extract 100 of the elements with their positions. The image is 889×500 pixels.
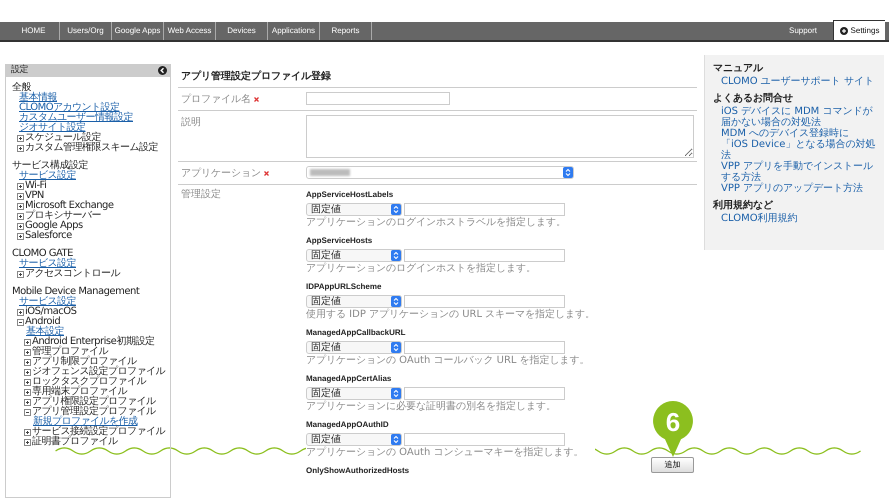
setting-key: AppServiceHosts — [306, 235, 372, 246]
nav-tab[interactable]: HOME — [8, 22, 60, 40]
plus-box-icon[interactable] — [17, 134, 24, 142]
stepper-arrows-icon[interactable] — [391, 388, 401, 399]
sidebar-item[interactable]: 管理プロファイル — [32, 347, 108, 357]
stepper-arrows-icon[interactable] — [391, 204, 401, 215]
value-field[interactable] — [404, 295, 565, 308]
mode-select[interactable]: 固定値 — [306, 341, 402, 354]
value-field[interactable] — [404, 433, 565, 446]
plus-box-icon[interactable] — [24, 388, 31, 396]
mode-select[interactable]: 固定値 — [306, 295, 402, 308]
plus-box-icon[interactable] — [24, 338, 31, 346]
sidebar-item[interactable]: スケジュール設定 — [25, 133, 101, 143]
section-heading: サービス構成設定 — [12, 161, 88, 171]
plus-box-icon[interactable] — [24, 358, 31, 366]
sidebar-item[interactable]: アプリ権限設定プロファイル — [32, 397, 156, 407]
mode-select[interactable]: 固定値 — [306, 249, 402, 262]
sidebar-item[interactable]: 専用端末プロファイル — [32, 387, 127, 397]
stepper-arrows-icon[interactable] — [391, 434, 401, 445]
select-field[interactable] — [306, 166, 574, 179]
help-link[interactable]: CLOMO ユーザーサポート サイト — [713, 76, 876, 87]
stepper-arrows-icon[interactable] — [563, 167, 573, 178]
plus-circle-icon — [840, 26, 848, 34]
setting-key: IDPAppURLScheme — [306, 281, 382, 292]
sidebar-link[interactable]: 基本設定 — [26, 327, 64, 337]
help-link[interactable]: VPP アプリのアップデート方法 — [713, 183, 876, 194]
plus-box-icon[interactable] — [17, 182, 24, 190]
sidebar-item[interactable]: Salesforce — [25, 231, 72, 241]
sidebar-link[interactable]: カスタムユーザー情報設定 — [19, 113, 133, 123]
sidebar-item[interactable]: サービス接続設定プロファイル — [32, 427, 165, 437]
field-label: プロファイル名 — [181, 92, 306, 107]
plus-box-icon[interactable] — [17, 202, 24, 210]
help-link[interactable]: MDM へのデバイス登録時に「iOS Device」となる場合の対処法 — [713, 128, 876, 161]
setting-key: OnlyShowAuthorizedHosts — [306, 465, 410, 476]
help-link[interactable]: CLOMO利用規約 — [713, 213, 876, 224]
sidebar-item[interactable]: iOS/macOS — [25, 307, 76, 317]
nav-tab[interactable]: Web Access — [164, 22, 216, 40]
plus-box-icon[interactable] — [17, 192, 24, 200]
stepper-arrows-icon[interactable] — [391, 250, 401, 261]
sidebar-title: 設定 — [11, 66, 28, 75]
sidebar-item[interactable]: ジオフェンス設定プロファイル — [32, 367, 165, 377]
stepper-arrows-icon[interactable] — [391, 296, 401, 307]
stepper-arrows-icon[interactable] — [391, 342, 401, 353]
nav-tab[interactable]: Applications — [268, 22, 320, 40]
sidebar-item[interactable]: プロキシサーバー — [25, 211, 101, 221]
plus-box-icon[interactable] — [17, 270, 24, 278]
add-button[interactable]: 追加 — [651, 457, 694, 473]
nav-tab[interactable]: Settings — [833, 20, 885, 40]
collapse-icon[interactable] — [158, 66, 167, 75]
plus-box-icon[interactable] — [17, 232, 24, 240]
minus-box-icon[interactable] — [17, 318, 24, 326]
sidebar-item[interactable]: アプリ制限プロファイル — [32, 357, 136, 367]
sidebar-item[interactable]: VPN — [25, 191, 44, 201]
plus-box-icon[interactable] — [24, 438, 31, 446]
nav-tab[interactable]: Support — [777, 22, 829, 40]
sidebar-item[interactable]: Android Enterprise初期設定 — [32, 337, 154, 347]
nav-tab[interactable]: Google Apps — [112, 22, 164, 40]
sidebar-item[interactable]: Wi-Fi — [25, 181, 46, 191]
nav-tab[interactable]: Reports — [320, 22, 372, 40]
input-field[interactable] — [306, 92, 450, 105]
sidebar-item[interactable]: ロックタスクプロファイル — [32, 377, 146, 387]
field-label: 説明 — [181, 116, 202, 130]
sidebar-item[interactable]: 証明書プロファイル — [32, 437, 118, 447]
sidebar-link[interactable]: サービス設定 — [19, 171, 76, 181]
plus-box-icon[interactable] — [24, 348, 31, 356]
sidebar-link[interactable]: ジオサイト設定 — [19, 123, 86, 133]
sidebar-link[interactable]: サービス設定 — [19, 259, 76, 269]
minus-box-icon[interactable] — [24, 408, 31, 416]
sidebar-link[interactable]: CLOMOアカウント設定 — [19, 103, 120, 113]
value-field[interactable] — [404, 249, 565, 262]
help-link[interactable]: iOS デバイスに MDM コマンドが届かない場合の対処法 — [713, 106, 876, 128]
help-heading: マニュアル — [713, 63, 764, 74]
mode-select[interactable]: 固定値 — [306, 387, 402, 400]
plus-box-icon[interactable] — [24, 368, 31, 376]
sidebar-item[interactable]: Google Apps — [25, 221, 83, 231]
plus-box-icon[interactable] — [24, 398, 31, 406]
plus-box-icon[interactable] — [17, 222, 24, 230]
sidebar-link[interactable]: サービス設定 — [19, 297, 76, 307]
nav-tab[interactable]: Devices — [216, 22, 268, 40]
sidebar-item[interactable]: アプリ管理設定プロファイル — [32, 407, 156, 417]
plus-box-icon[interactable] — [17, 144, 24, 152]
value-field[interactable] — [404, 341, 565, 354]
sidebar-item[interactable]: アクセスコントロール — [25, 269, 120, 279]
value-field[interactable] — [404, 203, 565, 216]
value-field[interactable] — [404, 387, 565, 400]
help-heading: 利用規約など — [713, 200, 774, 211]
plus-box-icon[interactable] — [24, 378, 31, 386]
plus-box-icon[interactable] — [17, 308, 24, 316]
sidebar-item[interactable]: カスタム管理権限スキーム設定 — [25, 143, 158, 153]
sidebar-item[interactable]: Android — [25, 317, 60, 327]
plus-box-icon[interactable] — [24, 428, 31, 436]
mode-select[interactable]: 固定値 — [306, 203, 402, 216]
plus-box-icon[interactable] — [17, 212, 24, 220]
nav-tab[interactable]: Users/Org — [60, 22, 112, 40]
mode-select[interactable]: 固定値 — [306, 433, 402, 446]
setting-key: ManagedAppCallbackURL — [306, 327, 406, 338]
sidebar-item[interactable]: Microsoft Exchange — [25, 201, 114, 211]
help-link[interactable]: VPP アプリを手動でインストールする方法 — [713, 161, 876, 183]
sidebar-link[interactable]: 基本情報 — [19, 93, 57, 103]
sidebar-link[interactable]: 新規プロファイルを作成 — [33, 417, 138, 427]
